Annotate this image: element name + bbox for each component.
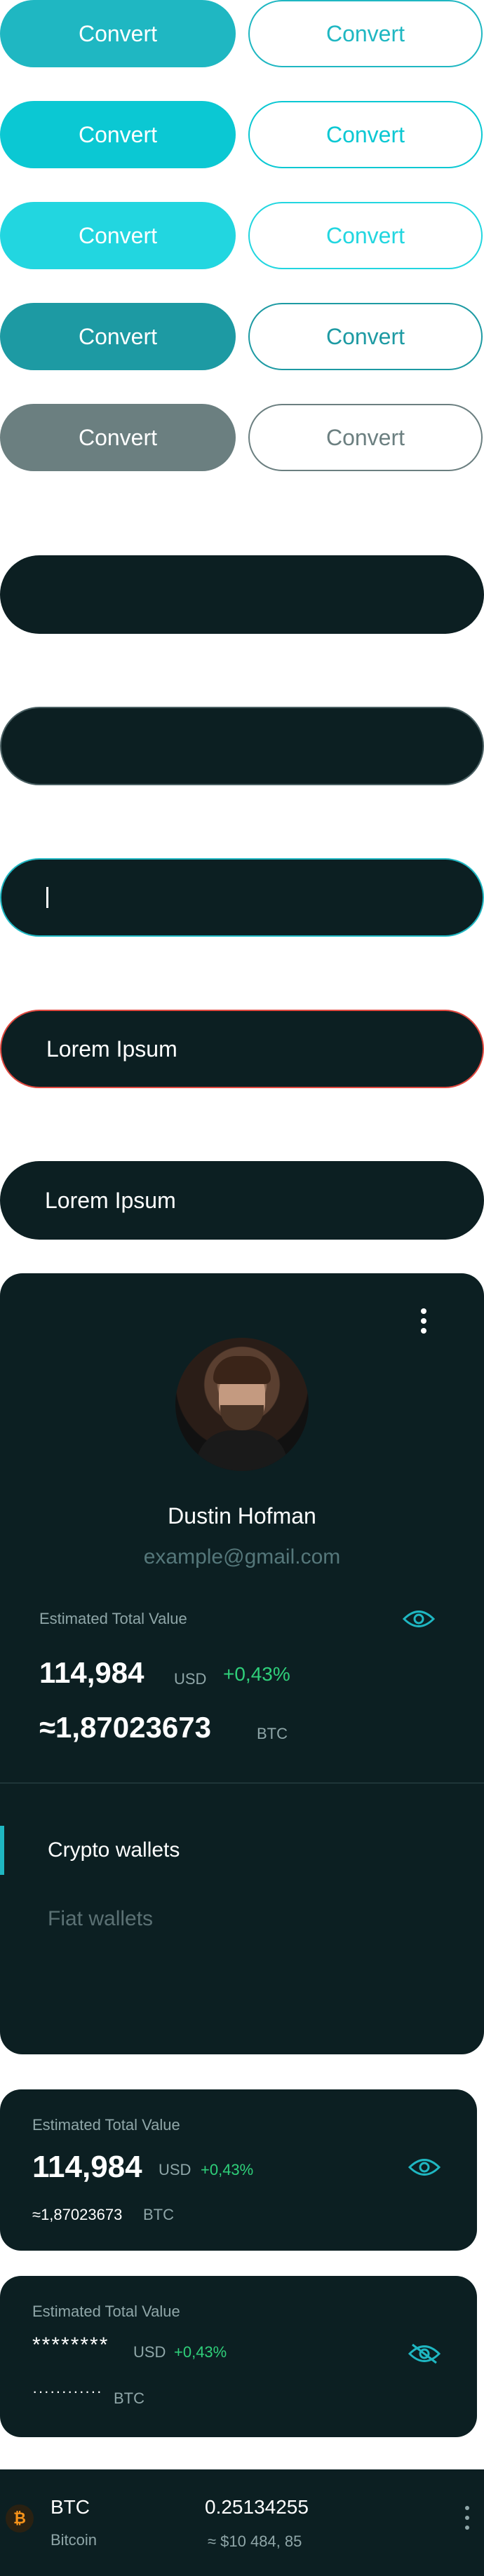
error-field-value: Lorem Ipsum xyxy=(46,1036,177,1062)
asset-row-btc[interactable]: ₿ BTC Bitcoin 0.25134255 ≈ $10 484, 85 xyxy=(0,2469,484,2576)
input-field-error[interactable]: Lorem Ipsum xyxy=(0,1010,484,1088)
button-row-2: Convert Convert xyxy=(0,101,484,168)
convert-button-outline-3[interactable]: Convert xyxy=(248,202,483,269)
convert-button-filled-3[interactable]: Convert xyxy=(0,202,236,269)
input-field-focused[interactable] xyxy=(0,858,484,937)
hidden-values-card: Estimated Total Value ******** USD +0,43… xyxy=(0,2276,477,2437)
convert-button-outline-2[interactable]: Convert xyxy=(248,101,483,168)
summary-label: Estimated Total Value xyxy=(32,2116,180,2134)
btc-unit: BTC xyxy=(257,1725,288,1742)
convert-button-filled-1[interactable]: Convert xyxy=(0,0,236,67)
button-row-3: Convert Convert xyxy=(0,202,484,269)
masked-usd-value: ******** xyxy=(32,2333,109,2357)
input-field-filled[interactable]: Lorem Ipsum xyxy=(0,1161,484,1240)
convert-button-filled-disabled[interactable]: Convert xyxy=(0,404,236,471)
btc-value: ≈1,87023673 xyxy=(39,1711,211,1744)
button-row-4: Convert Convert xyxy=(0,303,484,370)
profile-name: Dustin Hofman xyxy=(168,1503,316,1528)
summary-btc-value: ≈1,87023673 xyxy=(32,2206,123,2223)
divider xyxy=(0,1782,484,1784)
summary-change: +0,43% xyxy=(201,2161,254,2178)
usd-value: 114,984 xyxy=(39,1656,144,1689)
hidden-btc-unit: BTC xyxy=(114,2389,144,2407)
more-options-icon[interactable] xyxy=(417,1308,431,1339)
input-field-hover[interactable] xyxy=(0,707,484,785)
asset-more-options-icon[interactable] xyxy=(463,2506,471,2540)
asset-name: Bitcoin xyxy=(51,2531,98,2549)
convert-button-filled-4[interactable]: Convert xyxy=(0,303,236,370)
filled-field-value: Lorem Ipsum xyxy=(45,1187,176,1213)
button-row-5: Convert Convert xyxy=(0,404,484,471)
profile-card: Dustin Hofman example@gmail.com Estimate… xyxy=(0,1273,484,2054)
summary-usd-unit: USD xyxy=(159,2161,191,2178)
summary-btc-unit: BTC xyxy=(143,2206,174,2223)
convert-button-outline-4[interactable]: Convert xyxy=(248,303,483,370)
hidden-usd-unit: USD xyxy=(133,2343,166,2361)
active-indicator xyxy=(0,1826,4,1875)
eye-icon[interactable] xyxy=(403,1608,435,1629)
text-caret xyxy=(46,887,48,908)
hidden-card-label: Estimated Total Value xyxy=(32,2303,180,2320)
summary-usd-value: 114,984 xyxy=(32,2150,142,2184)
hidden-change: +0,43% xyxy=(174,2343,227,2361)
summary-card: Estimated Total Value 114,984 USD +0,43%… xyxy=(0,2089,477,2251)
avatar xyxy=(175,1338,309,1471)
convert-button-filled-2[interactable]: Convert xyxy=(0,101,236,168)
menu-item-crypto-wallets[interactable]: Crypto wallets xyxy=(48,1838,180,1862)
convert-button-outline-1[interactable]: Convert xyxy=(248,0,483,67)
eye-icon[interactable] xyxy=(408,2157,441,2178)
change-percent: +0,43% xyxy=(223,1663,290,1685)
usd-unit: USD xyxy=(174,1670,207,1688)
estimated-total-label: Estimated Total Value xyxy=(39,1610,187,1627)
profile-email: example@gmail.com xyxy=(143,1545,341,1568)
input-field-default[interactable] xyxy=(0,555,484,634)
button-row-1: Convert Convert xyxy=(0,0,484,67)
bitcoin-icon: ₿ xyxy=(6,2504,34,2533)
masked-btc-value: ············ xyxy=(32,2382,102,2400)
menu-item-fiat-wallets[interactable]: Fiat wallets xyxy=(48,1907,153,1931)
eye-off-icon[interactable] xyxy=(408,2343,441,2364)
asset-fiat-value: ≈ $10 484, 85 xyxy=(208,2533,302,2550)
asset-symbol: BTC xyxy=(51,2496,90,2518)
asset-amount: 0.25134255 xyxy=(205,2496,309,2518)
convert-button-outline-disabled[interactable]: Convert xyxy=(248,404,483,471)
